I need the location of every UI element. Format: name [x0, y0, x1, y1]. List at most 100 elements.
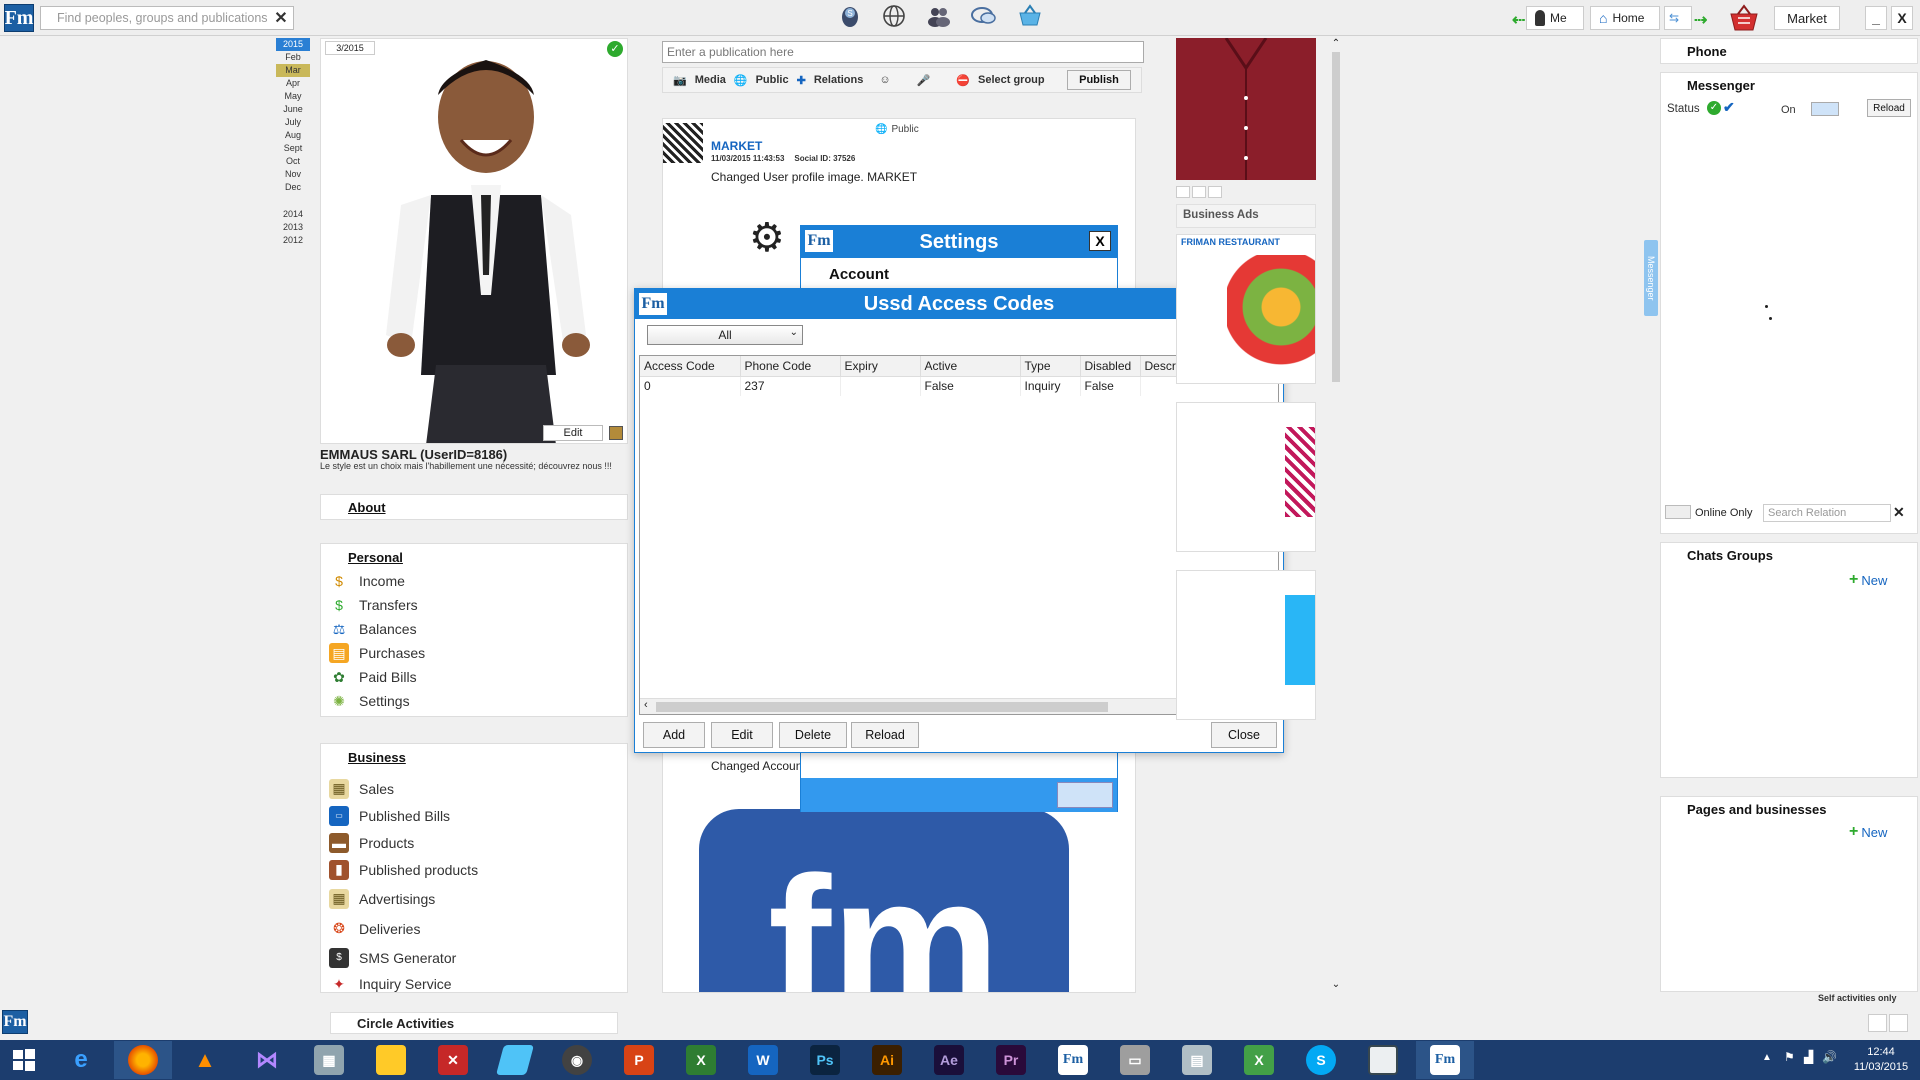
- taskbar-photoshop[interactable]: Ps: [796, 1041, 854, 1079]
- ad-page-dot[interactable]: [1208, 186, 1222, 198]
- search-relation-clear-icon[interactable]: ✕: [1893, 504, 1905, 521]
- col-active[interactable]: Active: [920, 356, 1021, 377]
- delete-button[interactable]: Delete: [779, 722, 847, 748]
- public-button[interactable]: Public: [756, 74, 789, 86]
- taskbar-explorer[interactable]: [362, 1041, 420, 1079]
- ad-page-dot[interactable]: [1192, 186, 1206, 198]
- taskbar-fm-active[interactable]: Fm: [1416, 1041, 1474, 1079]
- timeline-year[interactable]: 2014: [276, 208, 310, 221]
- select-group-button[interactable]: Select group: [978, 74, 1045, 86]
- taskbar-calculator[interactable]: ▦: [300, 1041, 358, 1079]
- ad-restaurant-title[interactable]: FRIMAN RESTAURANT: [1177, 235, 1315, 249]
- phone-panel[interactable]: Phone: [1660, 38, 1918, 64]
- tray-network-icon[interactable]: ▟: [1804, 1050, 1813, 1064]
- nav-advertisings[interactable]: ▦ Advertisings: [329, 883, 619, 914]
- tray-clock[interactable]: 12:44 11/03/2015: [1845, 1045, 1917, 1075]
- tray-flag-icon[interactable]: ⚑: [1784, 1050, 1795, 1064]
- ad-restaurant-card[interactable]: FRIMAN RESTAURANT: [1176, 234, 1316, 384]
- taskbar-firefox[interactable]: [114, 1041, 172, 1079]
- no-entry-icon[interactable]: ⛔: [956, 74, 970, 87]
- nav-settings[interactable]: ✺ Settings: [329, 689, 619, 713]
- timeline-year[interactable]: 2015: [276, 38, 310, 51]
- basket-icon[interactable]: [1016, 2, 1044, 30]
- ad-card[interactable]: [1176, 570, 1316, 720]
- cell-disabled[interactable]: False: [1080, 376, 1141, 396]
- nav-products[interactable]: ▬ Products: [329, 829, 619, 856]
- start-button[interactable]: [0, 1041, 48, 1079]
- close-dialog-button[interactable]: Close: [1211, 722, 1277, 748]
- online-only-toggle[interactable]: [1665, 505, 1691, 519]
- taskbar-fm[interactable]: Fm: [1044, 1041, 1102, 1079]
- messenger-reload-button[interactable]: Reload: [1867, 99, 1911, 117]
- people-icon[interactable]: [925, 2, 953, 30]
- col-type[interactable]: Type: [1020, 356, 1081, 377]
- publish-button[interactable]: Publish: [1067, 70, 1131, 90]
- timeline-month[interactable]: Feb: [276, 51, 310, 64]
- col-access-code[interactable]: Access Code: [640, 356, 741, 377]
- add-button[interactable]: Add: [643, 722, 705, 748]
- timeline-month[interactable]: June: [276, 103, 310, 116]
- me-button[interactable]: Me: [1526, 6, 1584, 30]
- ad-page-dot[interactable]: [1176, 186, 1190, 198]
- relations-button[interactable]: Relations: [814, 74, 864, 86]
- filter-select[interactable]: All ⌄: [647, 325, 803, 345]
- post-author[interactable]: MARKET: [711, 139, 762, 153]
- timeline-year[interactable]: 2012: [276, 234, 310, 247]
- cell-type[interactable]: Inquiry: [1020, 376, 1081, 396]
- search-relation-input[interactable]: Search Relation: [1763, 504, 1891, 522]
- taskbar-word[interactable]: W: [734, 1041, 792, 1079]
- col-phone-code[interactable]: Phone Code: [740, 356, 841, 377]
- cell-access-code[interactable]: 0: [640, 376, 741, 396]
- ad-card[interactable]: [1176, 402, 1316, 552]
- nav-sms-generator[interactable]: $ SMS Generator: [329, 943, 619, 972]
- taskbar-ie[interactable]: e: [52, 1041, 110, 1079]
- scrollbar-thumb[interactable]: [656, 702, 1108, 712]
- timeline-month[interactable]: July: [276, 116, 310, 129]
- new-page-button[interactable]: + New: [1849, 823, 1887, 841]
- back-arrow-icon[interactable]: ⇠: [1512, 10, 1525, 30]
- emoji-icon[interactable]: ☺: [879, 74, 890, 86]
- sync-button[interactable]: ⇆: [1664, 6, 1692, 30]
- view-toggle-right[interactable]: [1889, 1014, 1908, 1032]
- nav-sales[interactable]: ▦ Sales: [329, 775, 619, 802]
- ad-shirt-image[interactable]: [1176, 38, 1316, 180]
- media-icon[interactable]: 📷: [673, 74, 687, 87]
- search-clear-icon[interactable]: ✕: [270, 6, 292, 30]
- publication-input[interactable]: Enter a publication here: [662, 41, 1144, 63]
- edit-button[interactable]: Edit: [711, 722, 773, 748]
- ad-pager[interactable]: [1176, 186, 1226, 198]
- circle-activities-tab[interactable]: Circle Activities: [330, 1012, 618, 1034]
- col-expiry[interactable]: Expiry: [840, 356, 921, 377]
- minimize-button[interactable]: _: [1865, 6, 1887, 30]
- skype-status-icon[interactable]: S: [836, 2, 864, 30]
- cell-phone-code[interactable]: 237: [740, 376, 841, 396]
- taskbar-powerpoint[interactable]: P: [610, 1041, 668, 1079]
- status-check-icon[interactable]: ✔: [1723, 99, 1735, 116]
- feed-scrollbar-thumb[interactable]: [1332, 52, 1340, 382]
- settings-close-button[interactable]: X: [1089, 231, 1111, 251]
- home-button[interactable]: ⌂ Home: [1590, 6, 1660, 30]
- status-toggle[interactable]: [1811, 102, 1839, 116]
- taskbar-illustrator[interactable]: Ai: [858, 1041, 916, 1079]
- market-button[interactable]: Market: [1774, 6, 1840, 30]
- taskbar-premiere[interactable]: Pr: [982, 1041, 1040, 1079]
- camera-icon[interactable]: [609, 426, 623, 440]
- footer-logo[interactable]: Fm: [2, 1010, 28, 1034]
- reload-button[interactable]: Reload: [851, 722, 919, 748]
- new-chat-group-button[interactable]: + New: [1849, 571, 1887, 589]
- taskbar-app[interactable]: ▤: [1168, 1041, 1226, 1079]
- timeline-month[interactable]: May: [276, 90, 310, 103]
- settings-input[interactable]: [801, 752, 1117, 776]
- nav-purchases[interactable]: ▤ Purchases: [329, 641, 619, 665]
- taskbar-after-effects[interactable]: Ae: [920, 1041, 978, 1079]
- tray-expand-icon[interactable]: ▲: [1762, 1052, 1772, 1063]
- taskbar-visual-studio[interactable]: ⋈: [238, 1041, 296, 1079]
- cell-expiry[interactable]: [840, 376, 921, 396]
- status-online-icon[interactable]: ✓: [1707, 101, 1721, 115]
- scroll-left-icon[interactable]: ‹: [644, 699, 648, 711]
- taskbar-skype[interactable]: S: [1292, 1041, 1350, 1079]
- search-input[interactable]: Find peoples, groups and publications: [40, 6, 294, 30]
- nav-income[interactable]: $ Income: [329, 569, 619, 593]
- media-button[interactable]: Media: [695, 74, 726, 86]
- view-toggle-left[interactable]: [1868, 1014, 1887, 1032]
